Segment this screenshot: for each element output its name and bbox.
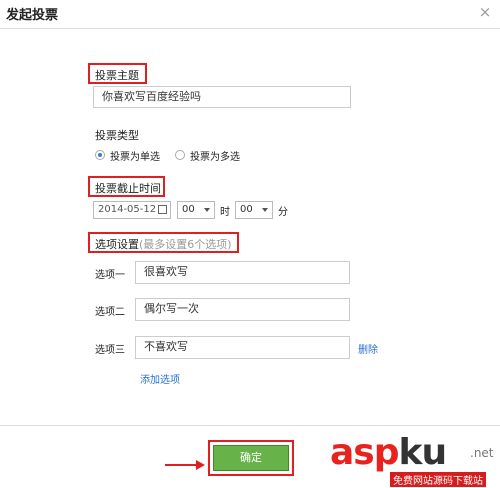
watermark-brand-dark: ku: [398, 432, 448, 473]
radio-multiple-label[interactable]: 投票为多选: [190, 148, 240, 163]
option-1-input[interactable]: 很喜欢写: [135, 261, 350, 284]
footer-divider: [0, 425, 500, 426]
watermark-suffix: .net: [470, 446, 494, 460]
calendar-icon[interactable]: [158, 205, 167, 214]
topic-input[interactable]: 你喜欢写百度经验吗: [93, 86, 351, 108]
add-option-link[interactable]: 添加选项: [140, 371, 180, 386]
radio-single-label[interactable]: 投票为单选: [110, 148, 160, 163]
minute-unit: 分: [278, 207, 288, 218]
radio-multiple[interactable]: [175, 150, 185, 160]
topic-label: 投票主题: [95, 69, 139, 82]
date-input[interactable]: 2014-05-12: [93, 201, 171, 219]
hour-unit: 时: [220, 207, 230, 218]
dialog-titlebar: 发起投票 ×: [0, 0, 500, 29]
radio-single[interactable]: [95, 150, 105, 160]
options-section-title: 选项设置: [95, 238, 139, 251]
pointer-arrow: [165, 464, 198, 466]
dialog-title: 发起投票: [6, 8, 59, 23]
option-1-label: 选项一: [95, 270, 125, 281]
vote-dialog: 发起投票 × 投票主题 你喜欢写百度经验吗 投票类型 投票为单选 投票为多选 投…: [0, 0, 500, 488]
option-2-label: 选项二: [95, 307, 125, 318]
vote-type-label: 投票类型: [95, 129, 139, 142]
watermark-brand-red: asp: [330, 432, 399, 473]
option-2-input[interactable]: 偶尔写一次: [135, 298, 350, 321]
confirm-button[interactable]: 确定: [213, 445, 289, 471]
minute-select[interactable]: 00: [235, 201, 273, 219]
date-value: 2014-05-12: [98, 204, 157, 215]
chevron-down-icon: [262, 208, 268, 212]
options-section-label: 选项设置(最多设置6个选项): [95, 236, 232, 252]
chevron-down-icon: [204, 208, 210, 212]
option-3-label: 选项三: [95, 345, 125, 356]
watermark-tagline: 免费网站源码下载站: [390, 472, 486, 487]
hour-value: 00: [182, 204, 195, 215]
deadline-label: 投票截止时间: [95, 182, 161, 195]
option-3-input[interactable]: 不喜欢写: [135, 336, 350, 359]
hour-select[interactable]: 00: [177, 201, 215, 219]
options-section-hint: (最多设置6个选项): [139, 238, 232, 251]
minute-value: 00: [240, 204, 253, 215]
delete-option-3-link[interactable]: 删除: [358, 341, 378, 356]
pointer-arrow-head: [196, 460, 205, 470]
watermark-logo: aspku .net 免费网站源码下载站: [330, 432, 500, 488]
close-icon[interactable]: ×: [476, 0, 494, 24]
